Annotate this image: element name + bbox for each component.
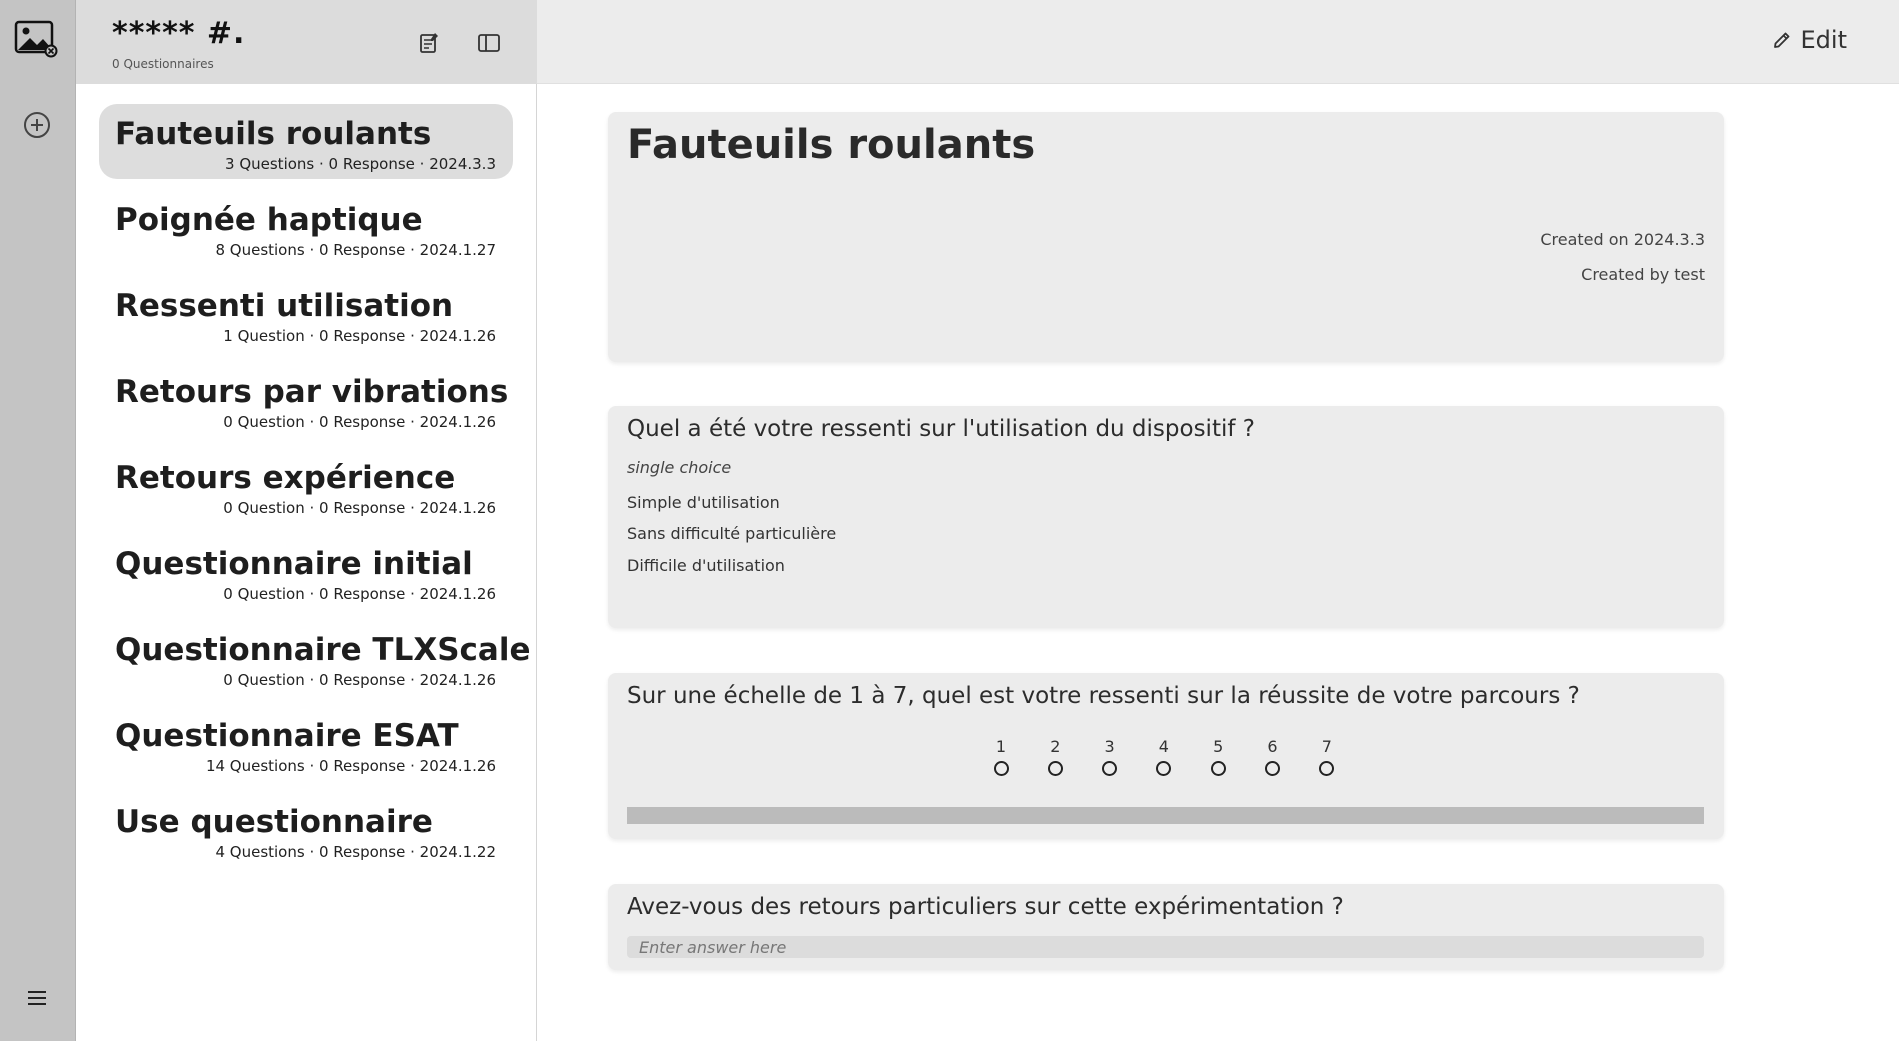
questionnaire-sidebar: ***** #. 0 Questionnaires Fauteuils roul… [76, 0, 537, 1041]
sidebar-header: ***** #. 0 Questionnaires [76, 0, 537, 84]
questionnaire-meta: 4 Questions · 0 Response · 2024.1.22 [215, 843, 496, 861]
scale-slider-track[interactable] [627, 807, 1704, 824]
questionnaire-title: Fauteuils roulants [627, 122, 1036, 168]
questionnaire-meta: 3 Questions · 0 Response · 2024.3.3 [225, 155, 496, 173]
scale-point[interactable]: 4 [1149, 737, 1179, 776]
created-on: Created on 2024.3.3 [1540, 230, 1705, 249]
questionnaire-name: Questionnaire ESAT [115, 718, 459, 754]
scale-radio[interactable] [1047, 761, 1063, 776]
questionnaire-meta: 14 Questions · 0 Response · 2024.1.26 [205, 757, 496, 775]
sidebar-toggle-icon[interactable] [476, 30, 502, 56]
scale-point[interactable]: 2 [1040, 737, 1070, 776]
scale-point[interactable]: 3 [1095, 737, 1125, 776]
questionnaire-name: Ressenti utilisation [115, 288, 454, 324]
hamburger-menu-icon[interactable] [24, 985, 50, 1011]
scale-radio[interactable] [1265, 761, 1280, 776]
questionnaire-header-card: Fauteuils roulants Created on 2024.3.3 C… [608, 112, 1724, 362]
questionnaire-meta: 1 Question · 0 Response · 2024.1.26 [223, 327, 496, 345]
questionnaire-meta: 0 Question · 0 Response · 2024.1.26 [223, 413, 496, 431]
questionnaire-meta: 0 Question · 0 Response · 2024.1.26 [223, 499, 496, 517]
questionnaire-list-item[interactable]: Questionnaire ESAT 14 Questions · 0 Respo… [99, 706, 513, 781]
questionnaire-name: Questionnaire initial [115, 546, 473, 582]
questionnaire-count: 0 Questionnaires [112, 57, 214, 71]
questionnaire-list-item[interactable]: Poignée haptique 8 Questions · 0 Response… [99, 190, 513, 265]
questionnaire-meta: 0 Question · 0 Response · 2024.1.26 [223, 671, 496, 689]
scale-radio[interactable] [1210, 761, 1226, 776]
questionnaire-name: Use questionnaire [115, 804, 433, 840]
questionnaire-list-item[interactable]: Questionnaire initial 0 Question · 0 Resp… [99, 534, 513, 609]
questionnaire-meta: 8 Questions · 0 Response · 2024.1.27 [215, 241, 496, 259]
choice-option[interactable]: Simple d'utilisation [627, 493, 780, 512]
main-topbar: Edit [537, 0, 1899, 84]
plus-circle-icon[interactable] [22, 110, 52, 140]
questionnaire-name: Poignée haptique [115, 202, 423, 238]
questionnaire-list-item[interactable]: Questionnaire TLXScale 0 Question · 0 Res… [99, 620, 531, 695]
scale-radio[interactable] [993, 761, 1009, 776]
scale-number: 3 [1104, 737, 1115, 756]
questionnaire-list-item[interactable]: Fauteuils roulants 3 Questions · 0 Respon… [99, 104, 513, 179]
questionnaire-list-item[interactable]: Retours par vibrations 0 Question · 0 Res… [99, 362, 513, 437]
question-type: single choice [627, 458, 732, 477]
created-by: Created by test [1581, 265, 1705, 284]
scale-radio[interactable] [1102, 761, 1118, 776]
questionnaire-name: Retours par vibrations [115, 374, 509, 410]
choice-option[interactable]: Difficile d'utilisation [627, 556, 785, 575]
edit-button[interactable]: Edit [1771, 26, 1847, 54]
scale-number: 4 [1158, 737, 1169, 756]
question-card-scale: Sur une échelle de 1 à 7, quel est votre… [608, 673, 1724, 839]
scale-radio[interactable] [1156, 761, 1172, 776]
workspace-title: ***** #. [112, 16, 246, 51]
questionnaire-meta: 0 Question · 0 Response · 2024.1.26 [223, 585, 496, 603]
questionnaire-list: Fauteuils roulants 3 Questions · 0 Respon… [99, 104, 531, 878]
scale-number: 6 [1267, 737, 1278, 756]
questionnaire-name: Questionnaire TLXScale [115, 632, 531, 668]
choice-option[interactable]: Sans difficulté particulière [627, 524, 836, 543]
new-document-icon[interactable] [416, 30, 442, 56]
question-card-text: Avez-vous des retours particuliers sur c… [608, 884, 1724, 970]
questionnaire-detail: Fauteuils roulants Created on 2024.3.3 C… [537, 84, 1899, 1041]
question-card-single-choice: Quel a été votre ressenti sur l'utilisat… [608, 406, 1724, 628]
scale-number: 2 [1050, 737, 1061, 756]
questionnaire-list-item[interactable]: Ressenti utilisation 1 Question · 0 Respo… [99, 276, 513, 351]
scale-number: 5 [1213, 737, 1224, 756]
scale-number: 7 [1321, 737, 1332, 756]
question-text: Avez-vous des retours particuliers sur c… [627, 894, 1344, 920]
scale-point[interactable]: 6 [1258, 737, 1288, 776]
questionnaire-name: Fauteuils roulants [115, 116, 432, 152]
pencil-icon [1773, 32, 1789, 48]
scale-point[interactable]: 5 [1203, 737, 1233, 776]
rating-scale: 1 2 3 4 5 6 7 [608, 737, 1724, 787]
answer-input[interactable] [627, 936, 1704, 958]
questionnaire-list-item[interactable]: Use questionnaire 4 Questions · 0 Respons… [99, 792, 513, 867]
question-text: Sur une échelle de 1 à 7, quel est votre… [627, 683, 1580, 709]
scale-radio[interactable] [1319, 761, 1335, 776]
app-rail [0, 0, 76, 1041]
question-text: Quel a été votre ressenti sur l'utilisat… [627, 416, 1255, 442]
edit-label: Edit [1800, 26, 1847, 54]
scale-point[interactable]: 1 [986, 737, 1016, 776]
questionnaire-name: Retours expérience [115, 460, 456, 496]
scale-point[interactable]: 7 [1312, 737, 1342, 776]
scale-number: 1 [995, 737, 1007, 756]
questionnaire-list-item[interactable]: Retours expérience 0 Question · 0 Respons… [99, 448, 513, 523]
image-icon[interactable] [14, 20, 58, 58]
